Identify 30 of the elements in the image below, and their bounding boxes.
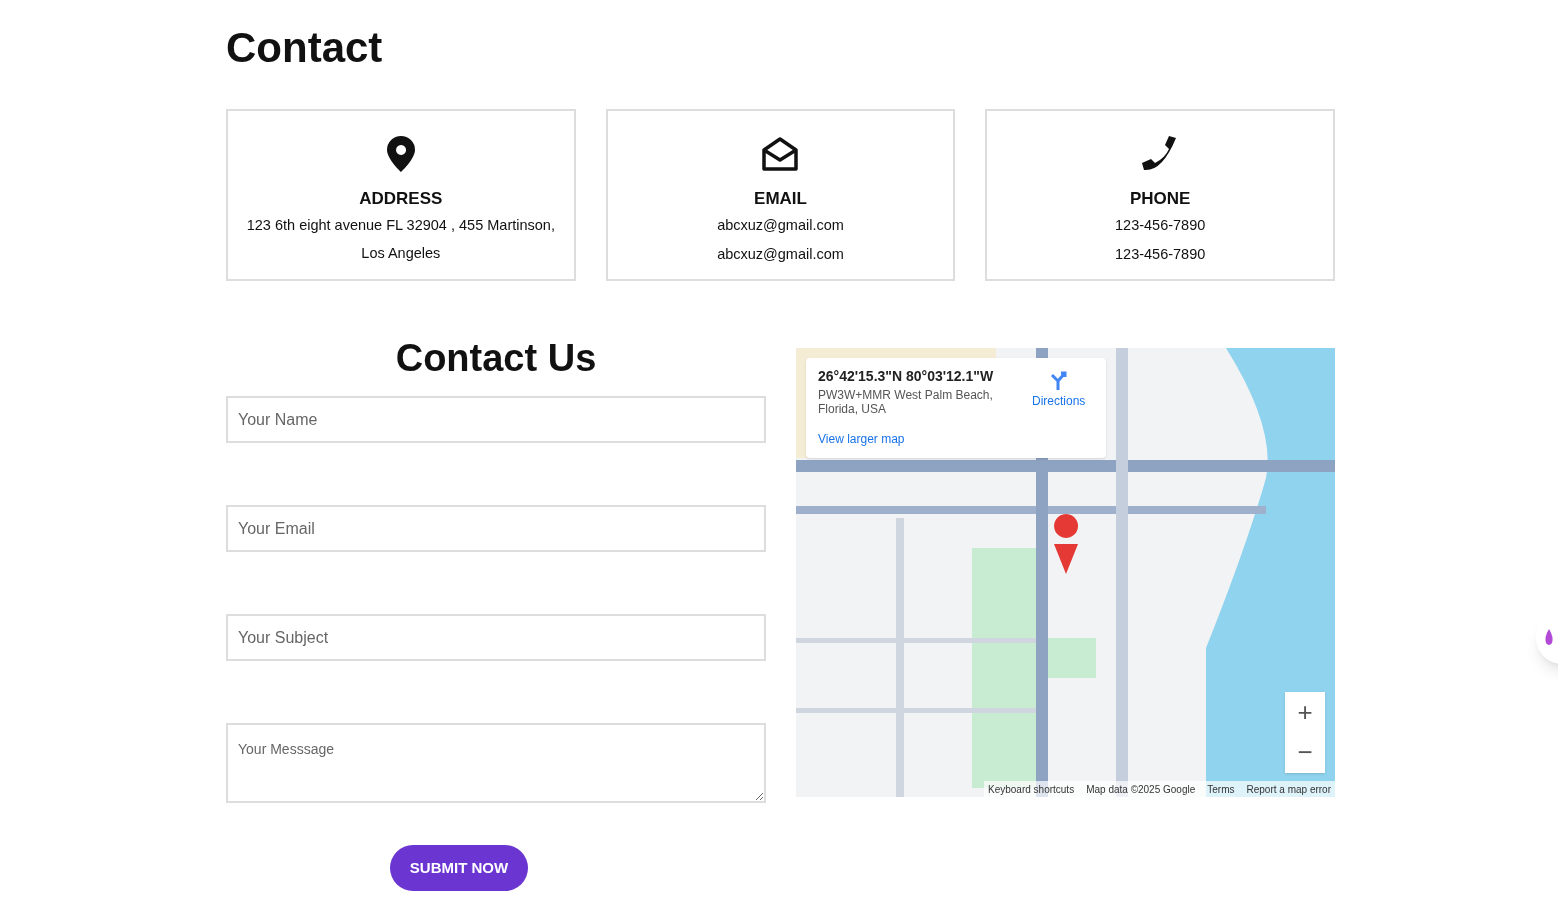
input-field[interactable]: Your Name (226, 396, 766, 443)
map-footer-link[interactable]: Keyboard shortcuts (988, 781, 1075, 797)
card-text: abcxuz@gmail.com (717, 245, 844, 264)
form-heading: Contact Us (395, 336, 597, 380)
flame-icon (1544, 629, 1554, 647)
map-footer-link[interactable]: Report a map error (1246, 781, 1331, 797)
card-title: EMAIL (754, 188, 807, 210)
card-text: 123-456-7890 (1115, 216, 1206, 235)
phone-icon (1142, 136, 1179, 172)
zoom-in-button[interactable]: + (1285, 692, 1325, 732)
message-field[interactable]: Your Messsage (226, 723, 766, 803)
coordinates: 26°42'15.3"N 80°03'12.1"W (818, 367, 995, 385)
map-footer-link[interactable]: Map data ©2025 Google (1086, 781, 1196, 797)
directions-icon (1048, 370, 1069, 390)
map-footer-link[interactable]: Terms (1207, 781, 1235, 797)
map-pin-icon (386, 136, 415, 172)
card-text: 123 6th eight avenue FL 32904 , 455 Martinson, Los Angeles (245, 216, 556, 263)
card-text: abcxuz@gmail.com (717, 216, 844, 235)
envelope-icon (761, 136, 800, 172)
input-field[interactable]: Your Email (226, 505, 766, 552)
page-heading: Contact (226, 23, 383, 73)
zoom-out-button[interactable]: − (1285, 732, 1325, 772)
map-address: PW3W+MMR West Palm Beach, Florida, USA (818, 388, 994, 416)
card-title: PHONE (1129, 188, 1191, 210)
directions-button[interactable]: Directions (1032, 370, 1086, 410)
input-field[interactable]: Your Subject (226, 614, 766, 661)
card-title: ADDRESS (359, 188, 443, 210)
submit-button[interactable]: SUBMIT NOW (390, 845, 528, 891)
view-larger-map-link[interactable]: View larger map (818, 430, 905, 448)
card-text: 123-456-7890 (1115, 245, 1206, 264)
